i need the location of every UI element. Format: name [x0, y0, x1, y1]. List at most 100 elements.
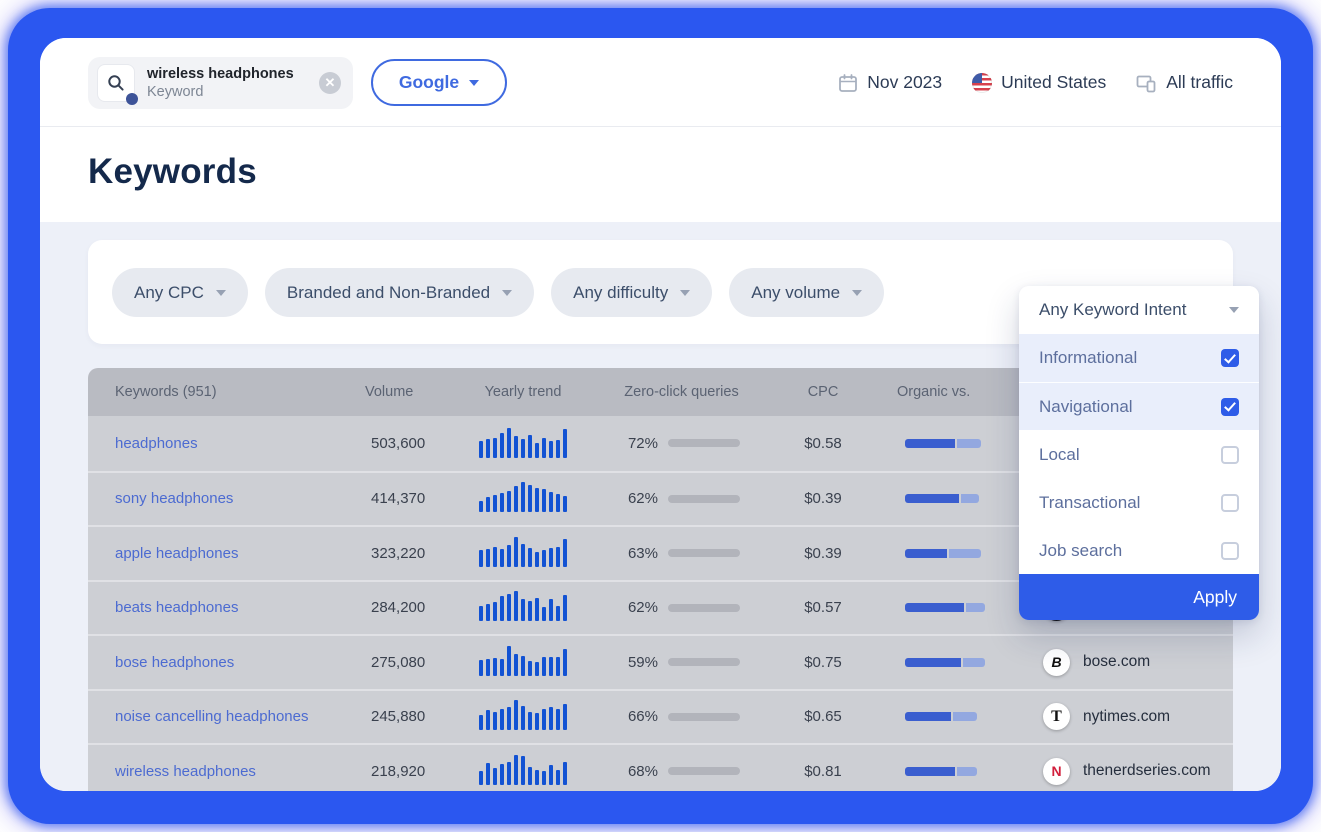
- domain-cell: T nytimes.com: [1043, 691, 1170, 744]
- trend-bar: [535, 662, 539, 676]
- search-type-label: Keyword: [147, 83, 319, 101]
- trend-bar: [493, 768, 497, 785]
- trend-bar: [521, 756, 525, 785]
- traffic-selector[interactable]: All traffic: [1136, 72, 1233, 93]
- cpc-value: $0.75: [788, 636, 858, 689]
- organic-vs-paid-bar: [905, 582, 985, 635]
- col-header-cpc: CPC: [788, 368, 858, 416]
- keyword-intent-trigger[interactable]: Any Keyword Intent: [1019, 286, 1259, 334]
- search-query-value: wireless headphones: [147, 65, 319, 83]
- domain-cell: N thenerdseries.com: [1043, 745, 1211, 791]
- app-window: wireless headphones Keyword ✕ Google: [40, 38, 1281, 791]
- apply-button[interactable]: Apply: [1019, 574, 1259, 620]
- intent-option-label: Job search: [1039, 541, 1122, 561]
- filter-label: Any difficulty: [573, 283, 668, 303]
- intent-option-label: Informational: [1039, 348, 1137, 368]
- volume-value: 503,600: [371, 416, 425, 471]
- zero-click-value: 72%: [612, 416, 658, 471]
- intent-option-informational[interactable]: Informational: [1019, 334, 1259, 382]
- trend-bar: [535, 488, 539, 512]
- trend-bar: [514, 700, 518, 730]
- filter-any-difficulty[interactable]: Any difficulty: [551, 268, 712, 317]
- trend-bar: [507, 545, 511, 567]
- yearly-trend-chart: [477, 416, 569, 471]
- trend-bar: [521, 656, 525, 676]
- trend-bar: [542, 607, 546, 621]
- zero-click-bar: [668, 636, 740, 689]
- col-header-zero-click: Zero-click queries: [618, 368, 745, 416]
- filter-branded[interactable]: Branded and Non-Branded: [265, 268, 534, 317]
- intent-option-navigational[interactable]: Navigational: [1019, 382, 1259, 430]
- trend-bar: [528, 767, 532, 785]
- us-flag-icon: [972, 73, 992, 93]
- keyword-link[interactable]: noise cancelling headphones: [115, 691, 308, 744]
- yearly-trend-chart: [477, 527, 569, 580]
- trend-bar: [549, 707, 553, 730]
- search-type-dot: [126, 93, 138, 105]
- organic-vs-paid-bar: [905, 527, 985, 580]
- keyword-link[interactable]: bose headphones: [115, 636, 234, 689]
- clear-search-icon[interactable]: ✕: [319, 72, 341, 94]
- yearly-trend-chart: [477, 636, 569, 689]
- trend-bar: [556, 657, 560, 676]
- trend-bar: [528, 485, 532, 512]
- trend-bar: [479, 715, 483, 730]
- checkbox-checked-icon[interactable]: [1221, 349, 1239, 367]
- trend-bar: [479, 606, 483, 621]
- trend-bar: [542, 438, 546, 458]
- keyword-link[interactable]: apple headphones: [115, 527, 238, 580]
- col-header-organic: Organic vs.: [897, 368, 970, 416]
- trend-bar: [521, 706, 525, 730]
- trend-bar: [528, 548, 532, 567]
- search-engine-dropdown[interactable]: Google: [371, 59, 507, 106]
- keyword-search-input[interactable]: wireless headphones Keyword ✕: [88, 57, 353, 109]
- keyword-link[interactable]: sony headphones: [115, 473, 233, 526]
- trend-bar: [479, 441, 483, 458]
- zero-click-bar: [668, 473, 740, 526]
- table-row: noise cancelling headphones 245,880 66% …: [88, 689, 1233, 744]
- intent-option-local[interactable]: Local: [1019, 430, 1259, 478]
- intent-option-label: Local: [1039, 445, 1080, 465]
- date-selector[interactable]: Nov 2023: [838, 72, 942, 93]
- trend-bar: [486, 659, 490, 676]
- trend-bar: [535, 598, 539, 621]
- chevron-down-icon: [216, 290, 226, 296]
- trend-bar: [500, 549, 504, 567]
- trend-bar: [563, 649, 567, 676]
- keyword-link[interactable]: wireless headphones: [115, 745, 256, 791]
- table-row: wireless headphones 218,920 68% $0.81 N …: [88, 743, 1233, 791]
- zero-click-value: 63%: [612, 527, 658, 580]
- trend-bar: [556, 606, 560, 621]
- domain-label: bose.com: [1083, 653, 1150, 671]
- organic-vs-paid-bar: [905, 745, 985, 791]
- cpc-value: $0.65: [788, 691, 858, 744]
- chevron-down-icon: [680, 290, 690, 296]
- keyword-link[interactable]: headphones: [115, 416, 198, 471]
- checkbox-unchecked-icon[interactable]: [1221, 446, 1239, 464]
- trend-bar: [563, 496, 567, 512]
- zero-click-bar: [668, 691, 740, 744]
- zero-click-bar: [668, 527, 740, 580]
- country-selector[interactable]: United States: [972, 72, 1106, 93]
- intent-option-transactional[interactable]: Transactional: [1019, 478, 1259, 526]
- trend-bar: [493, 658, 497, 676]
- trend-bar: [563, 704, 567, 730]
- checkbox-unchecked-icon[interactable]: [1221, 542, 1239, 560]
- trend-bar: [514, 537, 518, 567]
- zero-click-bar: [668, 745, 740, 791]
- trend-bar: [528, 601, 532, 621]
- col-header-trend: Yearly trend: [477, 368, 569, 416]
- trend-bar: [507, 594, 511, 621]
- trend-bar: [493, 602, 497, 621]
- checkbox-checked-icon[interactable]: [1221, 398, 1239, 416]
- content-band: Any CPC Branded and Non-Branded Any diff…: [40, 222, 1281, 791]
- trend-bar: [528, 712, 532, 730]
- filter-any-volume[interactable]: Any volume: [729, 268, 884, 317]
- filter-any-cpc[interactable]: Any CPC: [112, 268, 248, 317]
- checkbox-unchecked-icon[interactable]: [1221, 494, 1239, 512]
- intent-option-job-search[interactable]: Job search: [1019, 526, 1259, 574]
- keyword-link[interactable]: beats headphones: [115, 582, 238, 635]
- zero-click-value: 62%: [612, 473, 658, 526]
- trend-bar: [486, 710, 490, 730]
- trend-bar: [549, 548, 553, 567]
